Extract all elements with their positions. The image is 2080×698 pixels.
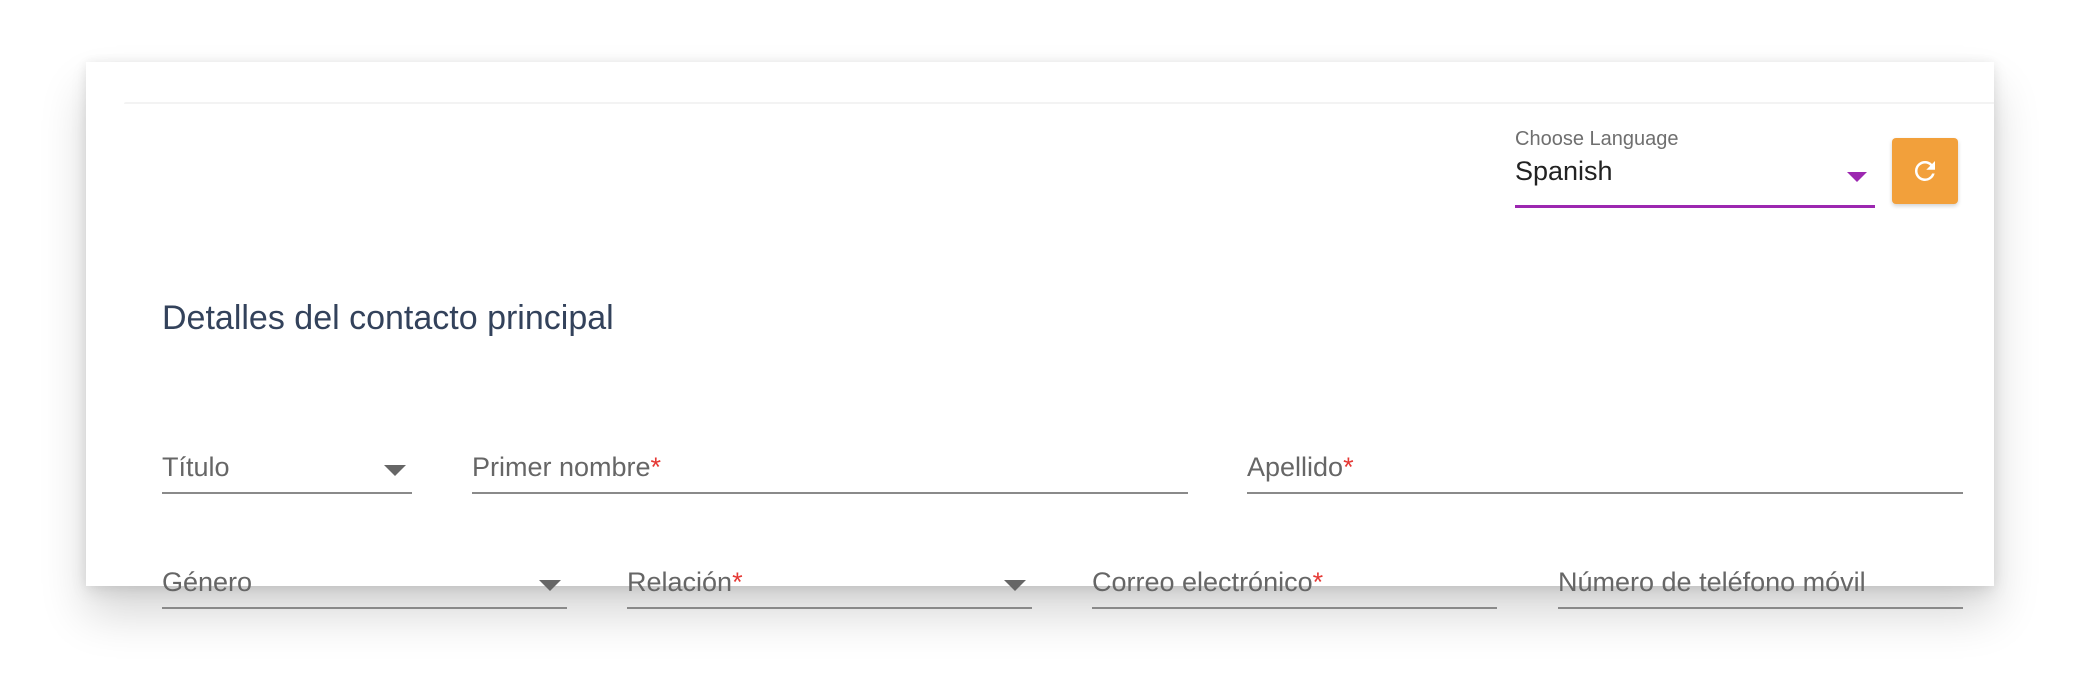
caret-down-icon[interactable] <box>539 580 561 591</box>
required-mark: * <box>732 567 743 597</box>
genero-select[interactable]: Género <box>162 565 567 609</box>
genero-label: Género <box>162 567 253 597</box>
language-select[interactable]: Choose Language Spanish <box>1515 128 1875 210</box>
caret-down-icon[interactable] <box>1847 172 1867 182</box>
contact-details-card: Choose Language Spanish Detalles del con… <box>86 62 1994 609</box>
caret-down-icon[interactable] <box>384 465 406 476</box>
telefono-field[interactable]: Número de teléfono móvil <box>1558 565 1963 609</box>
titulo-label: Título <box>162 452 230 482</box>
required-mark: * <box>650 452 662 482</box>
caret-down-icon[interactable] <box>1004 580 1026 591</box>
language-select-underline <box>1515 205 1875 208</box>
relacion-label: Relación* <box>627 567 743 597</box>
required-mark: * <box>1312 567 1324 597</box>
titulo-select[interactable]: Título <box>162 450 412 494</box>
correo-label: Correo electrónico* <box>1092 567 1324 597</box>
required-mark: * <box>1343 452 1354 482</box>
primer-nombre-label: Primer nombre* <box>472 452 662 482</box>
card-top-divider <box>124 102 1994 104</box>
primer-nombre-field[interactable]: Primer nombre* <box>472 450 1188 494</box>
section-title: Detalles del contacto principal <box>162 299 614 337</box>
refresh-icon <box>1914 160 1935 181</box>
language-select-value[interactable]: Spanish <box>1515 156 1613 187</box>
correo-field[interactable]: Correo electrónico* <box>1092 565 1497 609</box>
language-select-label: Choose Language <box>1515 128 1679 150</box>
telefono-label: Número de teléfono móvil <box>1558 567 1866 597</box>
apellido-field[interactable]: Apellido* <box>1247 450 1963 494</box>
apellido-label: Apellido* <box>1247 452 1354 482</box>
refresh-button[interactable] <box>1892 138 1958 204</box>
relacion-select[interactable]: Relación* <box>627 565 1032 609</box>
